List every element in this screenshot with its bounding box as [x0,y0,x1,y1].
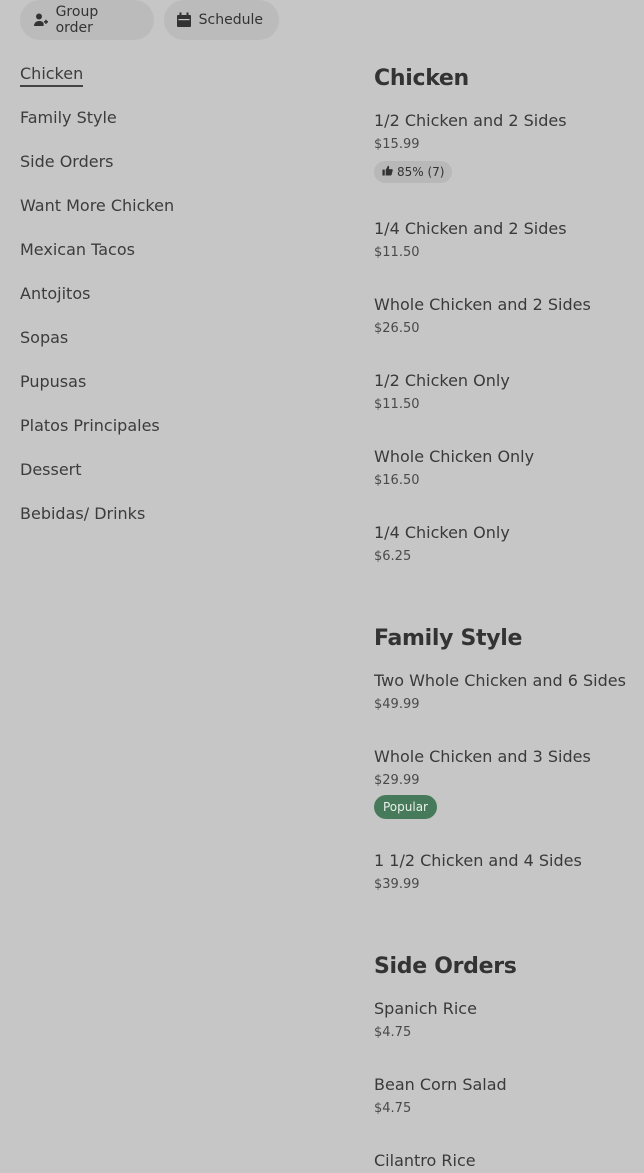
top-actions: Group order Schedule [20,0,279,40]
section-title-chicken: Chicken [374,66,469,91]
rating-badge: 85% (7) [374,161,453,183]
item-price: $29.99 [374,773,420,788]
nav-item-dessert[interactable]: Dessert [20,456,320,500]
item-price: $6.25 [374,549,412,564]
nav-label: Pupusas [20,372,87,391]
item-price: $4.75 [374,1025,412,1040]
menu-item[interactable]: 1/2 Chicken and 2 Sides $15.99 85% (7) [374,109,636,183]
menu-item[interactable]: 1/4 Chicken Only $6.25 [374,521,636,569]
nav-label: Dessert [20,460,82,479]
item-price: $49.99 [374,697,420,712]
nav-label: Chicken [20,64,84,87]
menu-item[interactable]: Spanich Rice $4.75 [374,997,636,1045]
nav-item-sopas[interactable]: Sopas [20,324,320,368]
menu-item[interactable]: 1/2 Chicken Only $11.50 [374,369,636,417]
section-title-side-orders: Side Orders [374,954,517,979]
nav-label: Antojitos [20,284,91,303]
nav-item-want-more-chicken[interactable]: Want More Chicken [20,192,320,236]
item-price: $11.50 [374,397,420,412]
nav-label: Mexican Tacos [20,240,135,259]
group-order-button[interactable]: Group order [20,0,154,40]
add-person-icon [32,11,50,29]
item-name: 1/2 Chicken and 2 Sides [374,111,567,130]
item-name: Two Whole Chicken and 6 Sides [374,671,626,690]
item-name: Whole Chicken and 2 Sides [374,295,591,314]
menu-item[interactable]: Bean Corn Salad $4.75 [374,1073,636,1121]
nav-item-bebidas-drinks[interactable]: Bebidas/ Drinks [20,500,320,544]
nav-item-family-style[interactable]: Family Style [20,104,320,148]
item-price: $39.99 [374,877,420,892]
nav-label: Bebidas/ Drinks [20,504,146,523]
item-price: $11.50 [374,245,420,260]
menu-item[interactable]: 1/4 Chicken and 2 Sides $11.50 [374,217,636,265]
schedule-label: Schedule [198,12,263,28]
item-price: $15.99 [374,137,420,152]
item-name: 1/4 Chicken Only [374,523,510,542]
nav-label: Sopas [20,328,69,347]
nav-label: Family Style [20,108,117,127]
nav-item-platos-principales[interactable]: Platos Principales [20,412,320,456]
item-name: Whole Chicken and 3 Sides [374,747,591,766]
menu-item[interactable]: Cilantro Rice [374,1149,636,1173]
menu-item[interactable]: Whole Chicken and 2 Sides $26.50 [374,293,636,341]
item-name: 1/2 Chicken Only [374,371,510,390]
nav-item-chicken[interactable]: Chicken [20,60,320,104]
rating-text: 85% (7) [397,165,445,179]
calendar-icon [176,11,193,29]
category-nav: Chicken Family Style Side Orders Want Mo… [20,60,320,544]
schedule-button[interactable]: Schedule [164,0,279,40]
menu-item[interactable]: Whole Chicken and 3 Sides $29.99 Popular [374,745,636,819]
nav-item-antojitos[interactable]: Antojitos [20,280,320,324]
menu-item[interactable]: Whole Chicken Only $16.50 [374,445,636,493]
item-name: 1 1/2 Chicken and 4 Sides [374,851,582,870]
item-price: $16.50 [374,473,420,488]
item-price: $4.75 [374,1101,412,1116]
nav-item-mexican-tacos[interactable]: Mexican Tacos [20,236,320,280]
popular-badge: Popular [374,795,437,819]
group-order-label: Group order [55,4,99,36]
item-name: 1/4 Chicken and 2 Sides [374,219,567,238]
nav-item-side-orders[interactable]: Side Orders [20,148,320,192]
item-name: Bean Corn Salad [374,1075,507,1094]
item-name: Cilantro Rice [374,1151,476,1170]
nav-label: Platos Principales [20,416,160,435]
menu-item[interactable]: 1 1/2 Chicken and 4 Sides $39.99 [374,849,636,897]
section-title-family-style: Family Style [374,626,523,651]
item-name: Spanich Rice [374,999,477,1018]
nav-label: Side Orders [20,152,114,171]
thumbs-up-icon [382,165,393,179]
menu-item[interactable]: Two Whole Chicken and 6 Sides $49.99 [374,669,636,717]
item-name: Whole Chicken Only [374,447,535,466]
item-price: $26.50 [374,321,420,336]
nav-label: Want More Chicken [20,196,175,215]
nav-item-pupusas[interactable]: Pupusas [20,368,320,412]
